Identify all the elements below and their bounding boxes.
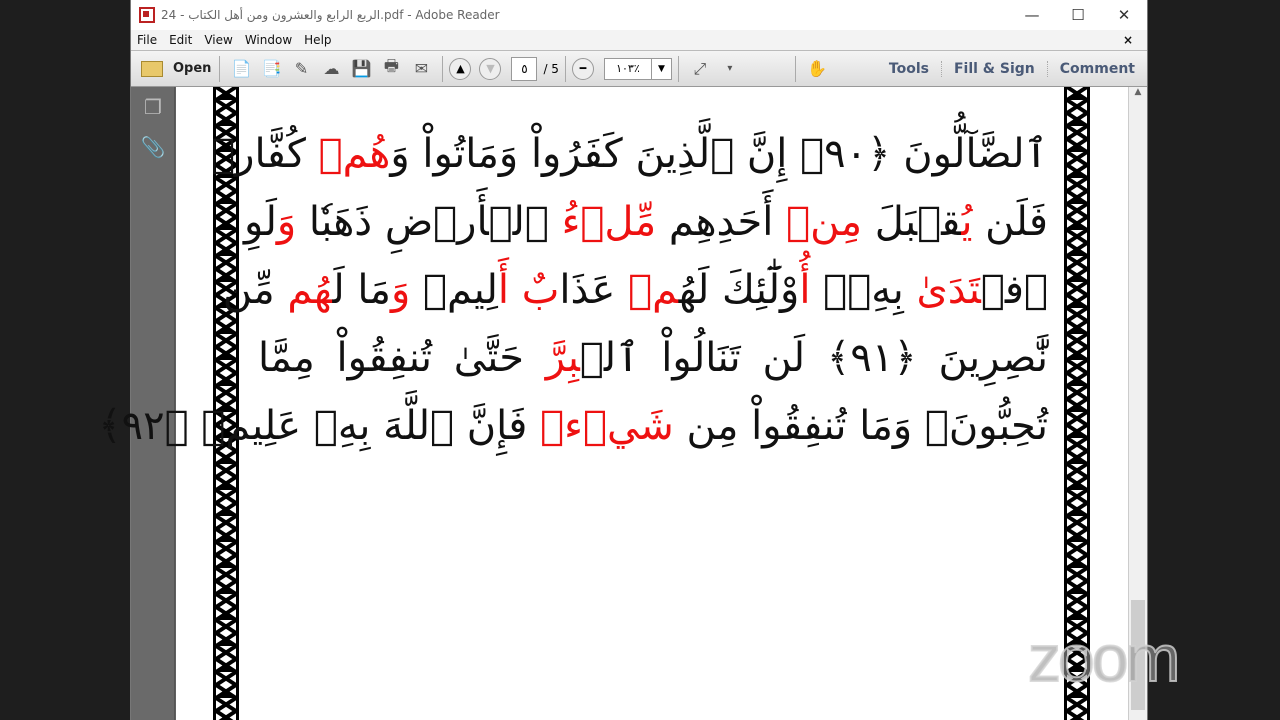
divider <box>219 55 221 82</box>
edit-pdf-icon[interactable]: ✎ <box>288 57 314 81</box>
verse-text: كُفَّارٞ <box>211 131 319 177</box>
previous-page-button[interactable]: ▲ <box>449 57 472 80</box>
cloud-upload-icon[interactable]: ☁ <box>318 57 344 81</box>
title-bar: الربع الرابع والعشرون ومن أهل الكتاب - 2… <box>131 0 1147 30</box>
zoom-level-input[interactable]: ١٠٣٪ <box>603 57 652 80</box>
verse-line: فَلَن يُقۡبَلَ مِنۡ أَحَدِهِم مِّلۡءُ ٱل… <box>244 188 1048 256</box>
tajweed-highlight: بِرَّ <box>545 335 580 381</box>
page-total: / 5 <box>543 61 559 76</box>
menu-view[interactable]: View <box>198 33 238 47</box>
verse-text: مَا لَ <box>332 267 391 313</box>
verse-line: نَّٰصِرِينَ ﴿٩١﴾ لَن تَنَالُواْ ٱلۡبِرَّ… <box>258 324 1048 392</box>
zoom-dropdown[interactable]: ▼ <box>651 57 672 80</box>
verse-line: ٱفۡتَدَىٰ بِهِۦۗ أُوْلَٰٓئِكَ لَهُمۡ عَذ… <box>223 256 1048 324</box>
divider <box>794 55 796 82</box>
tajweed-highlight: تَدَىٰ <box>916 267 981 313</box>
verse-text <box>509 267 522 313</box>
tools-button[interactable]: Tools <box>877 61 941 77</box>
divider <box>564 55 566 82</box>
scroll-up-icon[interactable]: ▲ <box>1129 87 1147 97</box>
verse-text: ٱلۡأَرۡضِ ذَهَبٗا <box>296 199 562 245</box>
zoom-watermark-logo: zoom <box>1027 620 1181 696</box>
next-page-button[interactable]: ▼ <box>479 57 502 80</box>
close-button[interactable]: ✕ <box>1101 6 1147 24</box>
tajweed-highlight: أَ <box>497 267 510 313</box>
tajweed-highlight: هُمۡ <box>318 131 391 177</box>
tajweed-highlight: مِنۡ <box>786 199 862 245</box>
fit-page-icon[interactable]: ⤢ <box>687 57 713 81</box>
verse-text: فَلَن <box>972 199 1048 245</box>
comment-button[interactable]: Comment <box>1046 60 1147 77</box>
verse-text: لِيمٞ <box>410 267 498 313</box>
tajweed-highlight: وَ <box>390 267 411 313</box>
page-number-input[interactable]: ٥ <box>511 56 538 81</box>
verse-line: تُحِبُّونَۚ وَمَا تُنفِقُواْ مِن شَيۡءٖ … <box>98 392 1048 460</box>
hand-tool-icon[interactable]: ✋ <box>804 57 830 81</box>
tajweed-highlight: أُ <box>799 267 811 313</box>
more-tools-icon[interactable]: ▾ <box>717 57 743 81</box>
adobe-pdf-icon <box>139 7 155 23</box>
minimize-button[interactable]: — <box>1009 6 1055 24</box>
tajweed-highlight: هُم <box>287 267 333 313</box>
window-title: الربع الرابع والعشرون ومن أهل الكتاب - 2… <box>161 8 500 22</box>
tajweed-highlight: وَ <box>276 199 297 245</box>
menu-bar: File Edit View Window Help × <box>131 30 1147 50</box>
page-thumbnails-icon[interactable]: ❐ <box>131 87 175 127</box>
menu-window[interactable]: Window <box>239 33 298 47</box>
verse-text: ٱفۡ <box>980 267 1048 313</box>
create-pdf-icon[interactable]: 📄 <box>228 57 254 81</box>
verse-text: عَذَا <box>559 267 629 313</box>
tajweed-highlight: مۡ <box>628 267 679 313</box>
toolbar: Open 📄 📑 ✎ ☁ 💾 🖶 ✉ ▲ ▼ ٥ / 5 ━ ١٠٣٪ ▼ ⤢ … <box>131 50 1147 87</box>
tajweed-highlight: شَيۡءٖ <box>540 403 674 449</box>
menu-help[interactable]: Help <box>298 33 337 47</box>
maximize-button[interactable]: ☐ <box>1055 6 1101 24</box>
print-icon[interactable]: 🖶 <box>378 56 404 81</box>
verse-text: أَحَدِهِم <box>656 199 787 245</box>
tajweed-highlight: يُ <box>961 199 973 245</box>
attachments-icon[interactable]: 📎 <box>131 127 175 167</box>
divider <box>442 55 444 82</box>
zoom-out-button[interactable]: ━ <box>571 57 594 80</box>
pdf-page: ٱلضَّآلُّونَ ﴿٩٠﴾ إِنَّ ٱلَّذِينَ كَفَرُ… <box>98 87 1129 720</box>
verse-text: فَإِنَّ ٱللَّهَ بِهِۦ عَلِيمٞ ﴿٩٢﴾ <box>98 403 541 449</box>
menu-file[interactable]: File <box>131 33 163 47</box>
close-document-button[interactable]: × <box>1117 33 1139 47</box>
email-icon[interactable]: ✉ <box>408 57 434 81</box>
menu-edit[interactable]: Edit <box>163 33 198 47</box>
open-button[interactable]: Open <box>141 57 211 81</box>
open-label: Open <box>173 61 212 76</box>
fill-sign-button[interactable]: Fill & Sign <box>940 60 1047 77</box>
verse-text: تُحِبُّونَۚ وَمَا تُنفِقُواْ مِن <box>673 403 1048 449</box>
quran-text: ٱلضَّآلُّونَ ﴿٩٠﴾ إِنَّ ٱلَّذِينَ كَفَرُ… <box>98 120 1048 460</box>
verse-text: بِهِۦۗ <box>810 267 917 313</box>
export-pdf-icon[interactable]: 📑 <box>258 57 284 81</box>
verse-text: ٱلضَّآلُّونَ ﴿٩٠﴾ إِنَّ ٱلَّذِينَ كَفَرُ… <box>390 131 1048 177</box>
folder-icon <box>141 60 163 77</box>
document-area: ❐ 📎 ٱلضَّآلُّونَ ﴿٩٠﴾ إِنَّ ٱلَّذِينَ كَ… <box>98 87 1147 720</box>
verse-text: حَتَّىٰ تُنفِقُواْ مِمَّا <box>258 335 546 381</box>
adobe-reader-window: الربع الرابع والعشرون ومن أهل الكتاب - 2… <box>98 0 1148 720</box>
verse-text: لَوِ <box>244 199 277 245</box>
verse-text: مِّن <box>222 267 288 313</box>
verse-text: نَّٰصِرِينَ ﴿٩١﴾ لَن تَنَالُواْ ٱلۡ <box>579 335 1049 381</box>
tajweed-highlight: مِّلۡءُ <box>561 199 657 245</box>
verse-text: وْلَٰٓئِكَ لَهُ <box>678 267 800 313</box>
tajweed-highlight: بٌ <box>521 267 560 313</box>
divider <box>677 55 679 82</box>
verse-text: قۡبَلَ <box>862 199 962 245</box>
verse-line: ٱلضَّآلُّونَ ﴿٩٠﴾ إِنَّ ٱلَّذِينَ كَفَرُ… <box>211 120 1048 188</box>
save-icon[interactable]: 💾 <box>348 57 374 81</box>
